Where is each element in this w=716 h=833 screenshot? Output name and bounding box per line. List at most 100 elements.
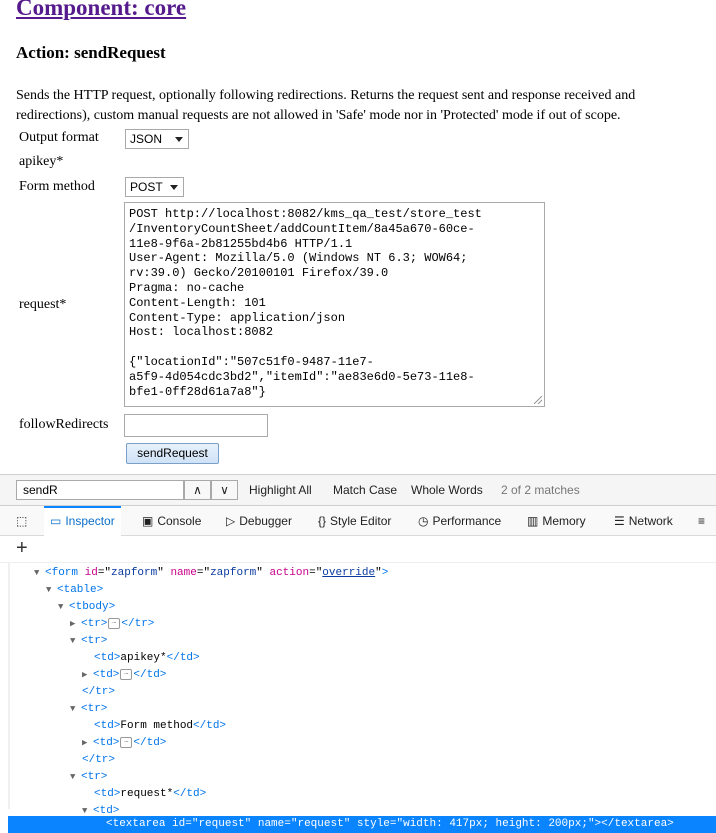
component-title-link[interactable]: Component: core — [16, 0, 186, 21]
twisty-closed-icon[interactable]: ▶ — [82, 735, 93, 752]
follow-redirects-input[interactable] — [124, 414, 268, 437]
request-line: {"locationId":"507c51f0-9487-11e7- — [129, 354, 374, 369]
inspector-toolbar: + — [0, 536, 716, 563]
request-line: a5f9-4d054cdc3bd2","itemId":"ae83e6d0-5e… — [129, 369, 475, 384]
chevron-down-icon: ∨ — [220, 483, 229, 497]
request-line: bfe1-0ff28d61a7a8"} — [129, 384, 266, 399]
inspector-icon: ▭ — [50, 514, 62, 528]
tab-debugger[interactable]: ▷ Debugger — [226, 506, 292, 535]
request-line: User-Agent: Mozilla/5.0 (Windows NT 6.3;… — [129, 251, 468, 266]
console-icon: ▣ — [142, 514, 154, 528]
tab-label: Memory — [542, 514, 586, 528]
request-line: POST http://localhost:8082/kms_qa_test/s… — [129, 207, 482, 221]
match-case-toggle[interactable]: Match Case — [333, 483, 397, 497]
tab-label: Debugger — [239, 514, 292, 528]
tab-memory[interactable]: ▥ Memory — [527, 506, 586, 535]
tree-node-tbody[interactable]: ▼ <tbody> — [58, 599, 115, 616]
tab-console[interactable]: ▣ Console — [142, 506, 201, 535]
twisty-open-icon[interactable]: ▼ — [70, 633, 81, 650]
twisty-open-icon[interactable]: ▼ — [34, 565, 45, 582]
highlight-all-toggle[interactable]: Highlight All — [249, 483, 312, 497]
form-method-select[interactable]: POST — [125, 177, 184, 197]
twisty-open-icon[interactable]: ▼ — [70, 701, 81, 718]
request-line: /InventoryCountSheet/addCountItem/8a45a6… — [129, 221, 475, 236]
attr-value: width: 417px; height: 200px; — [403, 818, 588, 830]
request-line: rv:39.0) Gecko/20100101 Firefox/39.0 — [129, 266, 389, 281]
tree-node-tr[interactable]: ▼ <tr> — [70, 633, 107, 650]
tab-label: Performance — [432, 514, 502, 528]
tree-node-tr[interactable]: ▼ <tr> — [70, 769, 107, 786]
send-request-button[interactable]: sendRequest — [126, 443, 219, 464]
attr-value: request — [297, 818, 344, 830]
request-label: request* — [19, 297, 67, 312]
twisty-closed-icon[interactable]: ▶ — [82, 667, 93, 684]
chevron-down-icon — [175, 137, 183, 142]
tab-style-editor[interactable]: {} Style Editor — [318, 506, 391, 535]
attr-value: zapform — [210, 567, 257, 579]
attr-value-link[interactable]: override — [322, 567, 375, 579]
add-node-icon[interactable]: + — [16, 537, 28, 559]
action-description: Sends the HTTP request, optionally follo… — [16, 86, 716, 126]
ellipsis-icon[interactable]: … — [120, 668, 133, 680]
page-content: Component: core Action: sendRequest Send… — [0, 0, 716, 474]
attr-value: zapform — [111, 567, 158, 579]
td-text: apikey* — [120, 652, 167, 664]
twisty-open-icon[interactable]: ▼ — [58, 599, 69, 616]
tab-label: Network — [628, 514, 673, 528]
description-line-2: redirections), custom manual requests ar… — [16, 108, 621, 123]
tree-node-td-collapsed[interactable]: ▶ <td>… </td> — [82, 735, 166, 752]
tree-node-tr-collapsed[interactable]: ▶ <tr>… </tr> — [70, 616, 154, 633]
tag-name-close: textarea — [614, 818, 668, 830]
element-picker-icon: ⬚ — [16, 514, 28, 528]
tree-node-td[interactable]: <td>Form method</td> — [94, 718, 226, 735]
request-line: Content-Length: 101 — [129, 295, 266, 310]
find-input[interactable]: sendR — [16, 480, 184, 500]
memory-icon: ▥ — [527, 514, 539, 528]
selected-node-markup: <textarea id="request" name="request" st… — [106, 818, 674, 830]
tree-node-tr[interactable]: ▼ <tr> — [70, 701, 107, 718]
tab-label: Console — [157, 514, 202, 528]
tree-node-td[interactable]: <td>apikey*</td> — [94, 650, 200, 667]
form-method-value: POST — [130, 180, 163, 194]
tree-node-td[interactable]: <td>request*</td> — [94, 786, 206, 803]
find-bar: sendR ∧ ∨ Highlight All Match Case Whole… — [0, 474, 716, 506]
debugger-icon: ▷ — [226, 514, 236, 528]
description-line-1: Sends the HTTP request, optionally follo… — [16, 88, 636, 103]
request-line: Host: localhost:8082 — [129, 325, 274, 340]
tree-node-td-collapsed[interactable]: ▶ <td>… </td> — [82, 667, 166, 684]
devtools-tabbar: ⬚ ▭ Inspector ▣ Console ▷ Debugger {} Style … — [0, 506, 716, 537]
follow-redirects-label: followRedirects — [19, 417, 109, 432]
tag-name: textarea — [112, 818, 166, 830]
find-previous-button[interactable]: ∧ — [184, 480, 211, 500]
td-text: Form method — [120, 720, 194, 732]
tree-node-table[interactable]: ▼ <table> — [46, 582, 103, 599]
find-next-button[interactable]: ∨ — [211, 480, 238, 500]
ellipsis-icon[interactable]: … — [120, 736, 133, 748]
storage-tab-button[interactable]: ≡ — [698, 506, 709, 535]
tree-node-form[interactable]: ▼ <form id="zapform" name="zapform" actio… — [34, 565, 388, 582]
match-count: 2 of 2 matches — [501, 483, 580, 497]
tab-network[interactable]: ☰ Network — [614, 506, 673, 535]
twisty-closed-icon[interactable]: ▶ — [70, 616, 81, 633]
tab-label: Style Editor — [330, 514, 392, 528]
request-textarea[interactable]: POST http://localhost:8082/kms_qa_test/s… — [124, 202, 545, 407]
tree-node-tr-close[interactable]: </tr> — [82, 752, 115, 769]
whole-words-toggle[interactable]: Whole Words — [411, 483, 483, 497]
devtools-panel: ⬚ ▭ Inspector ▣ Console ▷ Debugger {} Style … — [0, 506, 716, 833]
chevron-down-icon — [170, 185, 178, 190]
dom-tree: ▼ <form id="zapform" name="zapform" actio… — [0, 562, 716, 833]
output-format-select[interactable]: JSON — [125, 129, 189, 149]
resize-grip-icon[interactable] — [534, 396, 542, 404]
tab-inspector[interactable]: ▭ Inspector — [44, 506, 121, 537]
element-picker-button[interactable]: ⬚ — [16, 506, 31, 535]
tab-performance[interactable]: ◷ Performance — [418, 506, 501, 535]
output-format-value: JSON — [130, 132, 163, 146]
tab-label: Inspector — [65, 514, 115, 528]
attr-value: request — [198, 818, 245, 830]
tree-node-selected-textarea[interactable]: <textarea id="request" name="request" st… — [8, 816, 716, 833]
twisty-open-icon[interactable]: ▼ — [46, 582, 57, 599]
ellipsis-icon[interactable]: … — [108, 617, 121, 629]
tree-node-tr-close[interactable]: </tr> — [82, 684, 115, 701]
request-line: 11e8-9f6a-2b81255bd4b6 HTTP/1.1 — [129, 236, 353, 251]
twisty-open-icon[interactable]: ▼ — [70, 769, 81, 786]
